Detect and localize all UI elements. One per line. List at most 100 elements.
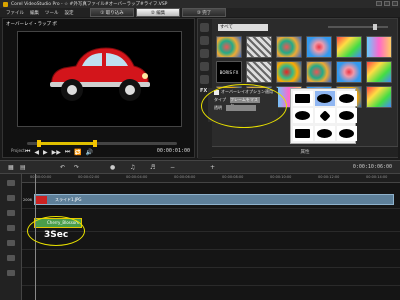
workflow-steps: ① 取り込み ② 編集 ③ 完了 xyxy=(90,8,228,17)
filter-thumbnail[interactable] xyxy=(366,36,392,58)
filter-thumbnail[interactable] xyxy=(366,86,392,108)
timeline-ruler[interactable]: 00:00:00:00 00:00:02:00 00:00:04:00 00:0… xyxy=(22,174,400,183)
ruler-tick: 00:00:04:00 xyxy=(126,175,148,179)
track-headers xyxy=(0,174,22,300)
menu-settings[interactable]: 設定 xyxy=(65,10,74,16)
category-dropdown[interactable]: すべて xyxy=(218,24,268,31)
menu-edit[interactable]: 編集 xyxy=(30,10,39,16)
timeline-view-icon[interactable]: ▤ xyxy=(20,164,26,172)
player-timecode[interactable]: 00:00:01:00 xyxy=(157,148,190,154)
play-icon[interactable]: ▶ xyxy=(43,149,48,156)
mask-value[interactable] xyxy=(226,105,256,111)
video-clip[interactable]: スライド1.JPG xyxy=(34,194,394,205)
music-track-icon[interactable] xyxy=(7,240,15,246)
slider-knob[interactable] xyxy=(373,24,377,30)
filter-thumbnail[interactable] xyxy=(246,61,272,83)
transition-icon[interactable] xyxy=(200,49,209,58)
step-capture[interactable]: ① 取り込み xyxy=(90,8,134,17)
mark-in-handle[interactable] xyxy=(37,140,41,147)
boris-fx-thumbnail[interactable]: BORIS FX xyxy=(216,61,242,83)
mask-option[interactable] xyxy=(337,108,357,124)
video-track-icon[interactable] xyxy=(7,180,15,186)
playhead[interactable] xyxy=(35,174,36,300)
filter-thumbnail[interactable] xyxy=(306,61,332,83)
track-divider xyxy=(22,267,400,268)
next-frame-icon[interactable]: ▶▶ xyxy=(52,149,61,156)
ruler-tick: 00:00:02:00 xyxy=(78,175,100,179)
mark-out-handle[interactable] xyxy=(93,140,97,147)
overlay-track-icon[interactable] xyxy=(7,195,15,201)
zoom-out-icon[interactable]: − xyxy=(170,164,175,172)
mask-option[interactable] xyxy=(293,91,313,106)
track-area[interactable]: 2006 スライド1.JPG Cherry_Blossom xyxy=(22,183,400,300)
ruler-tick: 00:00:00:00 xyxy=(30,175,52,179)
timeline-toolbar: ▦ ▤ ↶ ↷ ● ♫ ♬ − + 0:00:10:06:00 xyxy=(0,160,400,174)
ruler-tick: 00:00:08:00 xyxy=(222,175,244,179)
track-divider xyxy=(22,249,400,250)
home-icon[interactable]: ⏮ xyxy=(25,148,30,156)
undo-icon[interactable]: ↶ xyxy=(60,164,65,172)
volume-icon[interactable]: 🔊 xyxy=(86,149,93,156)
scrub-bar[interactable] xyxy=(27,140,177,147)
title-bar: Corel VideoStudio Pro - ☆ #外写真ファイル#オーバーラ… xyxy=(0,0,400,8)
mask-option[interactable] xyxy=(315,125,335,141)
redo-icon[interactable]: ↷ xyxy=(74,164,79,172)
mask-option[interactable] xyxy=(315,108,335,124)
filter-thumbnail[interactable] xyxy=(276,61,302,83)
mask-row: 透明 xyxy=(214,104,278,112)
prev-frame-icon[interactable]: ◀ xyxy=(34,149,39,156)
timeline-timecode[interactable]: 0:00:10:06:00 xyxy=(353,164,392,172)
mask-option-selected[interactable] xyxy=(315,91,335,106)
video-clip-name: スライド1.JPG xyxy=(55,197,82,202)
close-button[interactable] xyxy=(392,1,398,6)
mask-option[interactable] xyxy=(293,125,313,141)
filter-thumbnail[interactable] xyxy=(336,36,362,58)
mask-option[interactable] xyxy=(293,108,313,124)
overlay-option-label: オーバーレイオプション適用 xyxy=(221,89,273,94)
menu-tools[interactable]: ツール xyxy=(45,10,59,16)
auto-music-icon[interactable]: ♬ xyxy=(150,164,155,172)
menu-file[interactable]: ファイル xyxy=(6,10,24,16)
type-label: タイプ xyxy=(214,97,226,102)
music-track-icon[interactable] xyxy=(7,255,15,261)
record-icon[interactable]: ● xyxy=(110,164,115,172)
media-tab-icon[interactable] xyxy=(200,23,209,32)
track-divider xyxy=(22,285,400,286)
step-share[interactable]: ③ 完了 xyxy=(182,8,226,17)
preview-window xyxy=(17,31,182,127)
thumbnail-size-slider[interactable] xyxy=(328,24,388,30)
play-mode-label[interactable]: Project xyxy=(11,148,25,153)
filter-thumbnail[interactable] xyxy=(306,36,332,58)
graphic-tab-icon[interactable] xyxy=(200,75,209,84)
overlay-option-checkbox[interactable] xyxy=(214,89,219,95)
clip-thumbnail xyxy=(36,196,47,204)
title-track-icon[interactable] xyxy=(7,210,15,216)
filter-thumbnail[interactable] xyxy=(336,61,362,83)
voice-track-icon[interactable] xyxy=(7,225,15,231)
music-track-icon[interactable] xyxy=(7,270,15,276)
filter-thumbnail[interactable] xyxy=(276,36,302,58)
title-tab-icon[interactable] xyxy=(200,62,209,71)
mask-option[interactable] xyxy=(337,91,357,106)
minimize-button[interactable] xyxy=(376,1,382,6)
zoom-in-icon[interactable]: + xyxy=(210,164,215,172)
car-image xyxy=(50,47,150,101)
attribute-bar[interactable]: 属性 xyxy=(212,146,398,157)
storyboard-view-icon[interactable]: ▦ xyxy=(8,164,14,172)
overlay-clip[interactable]: Cherry_Blossom xyxy=(34,218,82,228)
mixer-icon[interactable]: ♫ xyxy=(130,164,135,172)
type-select[interactable]: フレームをマスク xyxy=(230,97,260,108)
ruler-tick: 00:00:10:00 xyxy=(270,175,292,179)
end-icon[interactable]: ⏭ xyxy=(65,148,70,156)
instant-project-icon[interactable] xyxy=(200,36,209,45)
track-divider xyxy=(22,208,400,209)
filter-thumbnail[interactable] xyxy=(366,61,392,83)
step-edit[interactable]: ② 編集 xyxy=(136,8,180,17)
filter-thumbnail[interactable] xyxy=(246,36,272,58)
maximize-button[interactable] xyxy=(384,1,390,6)
repeat-icon[interactable]: 🔁 xyxy=(74,149,81,156)
ruler-tick: 00:00:06:00 xyxy=(174,175,196,179)
filter-thumbnail[interactable] xyxy=(216,36,242,58)
mask-option[interactable] xyxy=(337,125,357,141)
overlay-option-row: オーバーレイオプション適用 xyxy=(214,88,278,96)
